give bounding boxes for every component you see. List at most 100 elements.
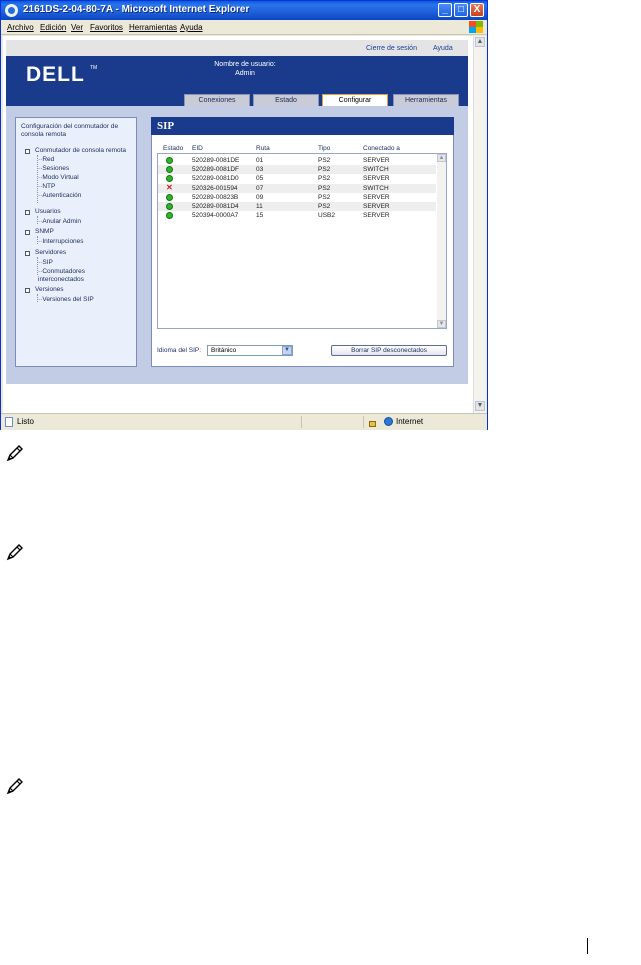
tree-expander-icon[interactable] <box>25 251 30 256</box>
cell-conectado: SERVER <box>363 212 390 220</box>
table-row[interactable]: 520289-00823B 09 PS2 SERVER <box>158 193 436 202</box>
cell-eid: 520289-0081D0 <box>192 175 239 183</box>
cell-ruta: 11 <box>256 203 263 210</box>
nav-item-autenticacion[interactable]: ··Autenticación <box>38 192 81 199</box>
tree-expander-icon[interactable] <box>25 149 30 154</box>
cell-ruta: 09 <box>256 193 264 201</box>
nav-group-snmp[interactable]: SNMP <box>35 228 54 235</box>
column-header-estado[interactable]: Estado <box>163 145 183 152</box>
language-label: Idioma del SIP: <box>157 347 202 354</box>
scroll-up-arrow-icon[interactable]: ▲ <box>437 154 446 162</box>
window-title: 2161DS-2-04-80-7A - Microsoft Internet E… <box>23 4 250 15</box>
cell-eid: 520289-00823B <box>192 193 239 201</box>
tab-estado[interactable]: Estado <box>253 94 319 106</box>
cell-conectado: SWITCH <box>363 184 389 192</box>
maximize-button[interactable]: □ <box>454 3 468 17</box>
page-footer-divider <box>587 938 588 954</box>
menu-edicion[interactable]: Edición <box>40 23 66 32</box>
cell-eid: 520289-0081DF <box>192 166 239 174</box>
minimize-button[interactable]: _ <box>438 3 452 17</box>
cell-conectado: SWITCH <box>363 166 389 174</box>
menu-archivo[interactable]: Archivo <box>7 23 34 32</box>
cell-tipo: PS2 <box>318 157 331 164</box>
tab-herramientas[interactable]: Herramientas <box>393 94 459 106</box>
cell-ruta: 15 <box>256 212 264 220</box>
table-row[interactable]: 520394-0000A7 15 USB2 SERVER <box>158 211 436 220</box>
column-header-ruta[interactable]: Ruta <box>256 145 270 152</box>
sip-panel-header <box>151 117 454 135</box>
cell-tipo: USB2 <box>318 212 335 220</box>
nav-item-label: Interrupciones <box>42 238 84 245</box>
tree-expander-icon[interactable] <box>25 210 30 215</box>
table-row[interactable]: ✕ 520326-001594 07 PS2 SWITCH <box>158 182 436 193</box>
list-scrollbar[interactable]: ▲ ▼ <box>437 154 446 328</box>
nav-item-label: SIP <box>42 259 53 266</box>
status-ok-icon <box>166 175 173 183</box>
nav-item-red[interactable]: ··Red <box>38 156 54 163</box>
table-row[interactable]: 520289-0081DF 03 PS2 SWITCH <box>158 165 436 175</box>
column-header-eid[interactable]: EID <box>192 145 203 152</box>
windows-logo-icon <box>469 21 483 33</box>
user-name-value: Admin <box>235 70 255 77</box>
status-ok-icon <box>166 166 173 174</box>
nav-item-label: Modo Virtual <box>42 174 79 181</box>
help-link[interactable]: Ayuda <box>433 45 453 52</box>
menu-favoritos[interactable]: Favoritos <box>90 23 123 32</box>
scroll-up-arrow-icon[interactable]: ▲ <box>475 37 485 47</box>
nav-item-label: Sesiones <box>42 165 70 172</box>
cell-tipo: PS2 <box>318 175 331 183</box>
tab-configurar[interactable]: Configurar <box>322 94 388 106</box>
nav-item-anular-admin[interactable]: ··Anular Admin <box>38 218 81 225</box>
cell-eid: 520289-0081D4 <box>192 203 239 210</box>
nav-item-sip[interactable]: ··SIP <box>38 259 53 266</box>
status-divider <box>301 416 302 428</box>
delete-disconnected-sips-button[interactable]: Borrar SIP desconectados <box>331 345 447 356</box>
lock-icon <box>369 421 376 427</box>
nav-group-versiones[interactable]: Versiones <box>35 286 64 293</box>
status-bar: Listo Internet <box>1 413 487 430</box>
nav-item-label: Anular Admin <box>42 218 82 225</box>
status-error-icon: ✕ <box>166 182 173 192</box>
nav-group-servidores[interactable]: Servidores <box>35 249 66 256</box>
column-header-conectado[interactable]: Conectado a <box>363 145 400 152</box>
menu-ayuda[interactable]: Ayuda <box>180 23 203 32</box>
nav-item-interrupciones[interactable]: ··Interrupciones <box>38 238 84 245</box>
tree-expander-icon[interactable] <box>25 288 30 293</box>
nav-item-conmutadores[interactable]: ··Conmutadores interconectados <box>38 268 118 284</box>
nav-item-label: Versiones del SIP <box>42 296 94 303</box>
menu-bar: Archivo Edición Ver Favoritos Herramient… <box>1 20 487 35</box>
close-button[interactable]: X <box>470 3 484 17</box>
nav-group-conmutador[interactable]: Conmutador de consola remota <box>35 147 126 154</box>
note-pencil-icon <box>6 778 23 795</box>
nav-group-usuarios[interactable]: Usuarios <box>35 208 61 215</box>
menu-ver[interactable]: Ver <box>71 23 83 32</box>
nav-item-modo-virtual[interactable]: ··Modo Virtual <box>38 174 79 181</box>
page-icon <box>5 417 13 427</box>
menu-herramientas[interactable]: Herramientas <box>129 23 177 32</box>
nav-title: Configuración del conmutador de consola … <box>21 123 119 138</box>
chevron-down-icon[interactable]: ▼ <box>282 346 292 355</box>
status-ok-icon <box>166 157 173 164</box>
tree-expander-icon[interactable] <box>25 230 30 235</box>
nav-item-versiones-sip[interactable]: ··Versiones del SIP <box>38 296 94 303</box>
status-text: Listo <box>17 417 34 426</box>
table-row[interactable]: 520289-0081DE 01 PS2 SERVER <box>158 156 436 165</box>
cell-ruta: 07 <box>256 184 264 192</box>
nav-item-label: Conmutadores interconectados <box>38 268 85 283</box>
cell-ruta: 03 <box>256 166 264 174</box>
title-bar[interactable]: 2161DS-2-04-80-7A - Microsoft Internet E… <box>1 1 487 20</box>
scroll-down-arrow-icon[interactable]: ▼ <box>475 401 485 411</box>
nav-item-sesiones[interactable]: ··Sesiones <box>38 165 69 172</box>
table-row[interactable]: 520289-0081D4 11 PS2 SERVER <box>158 202 436 211</box>
cell-conectado: SERVER <box>363 175 390 183</box>
column-header-tipo[interactable]: Tipo <box>318 145 330 152</box>
cell-conectado: SERVER <box>363 203 390 210</box>
cell-conectado: SERVER <box>363 193 390 201</box>
cell-eid: 520326-001594 <box>192 184 238 192</box>
vertical-scrollbar[interactable]: ▲ ▼ <box>473 36 486 413</box>
tab-conexiones[interactable]: Conexiones <box>184 94 250 106</box>
logout-link[interactable]: Cierre de sesión <box>366 45 417 52</box>
table-row[interactable]: 520289-0081D0 05 PS2 SERVER <box>158 174 436 183</box>
nav-item-ntp[interactable]: ··NTP <box>38 183 55 190</box>
scroll-down-arrow-icon[interactable]: ▼ <box>437 320 446 328</box>
